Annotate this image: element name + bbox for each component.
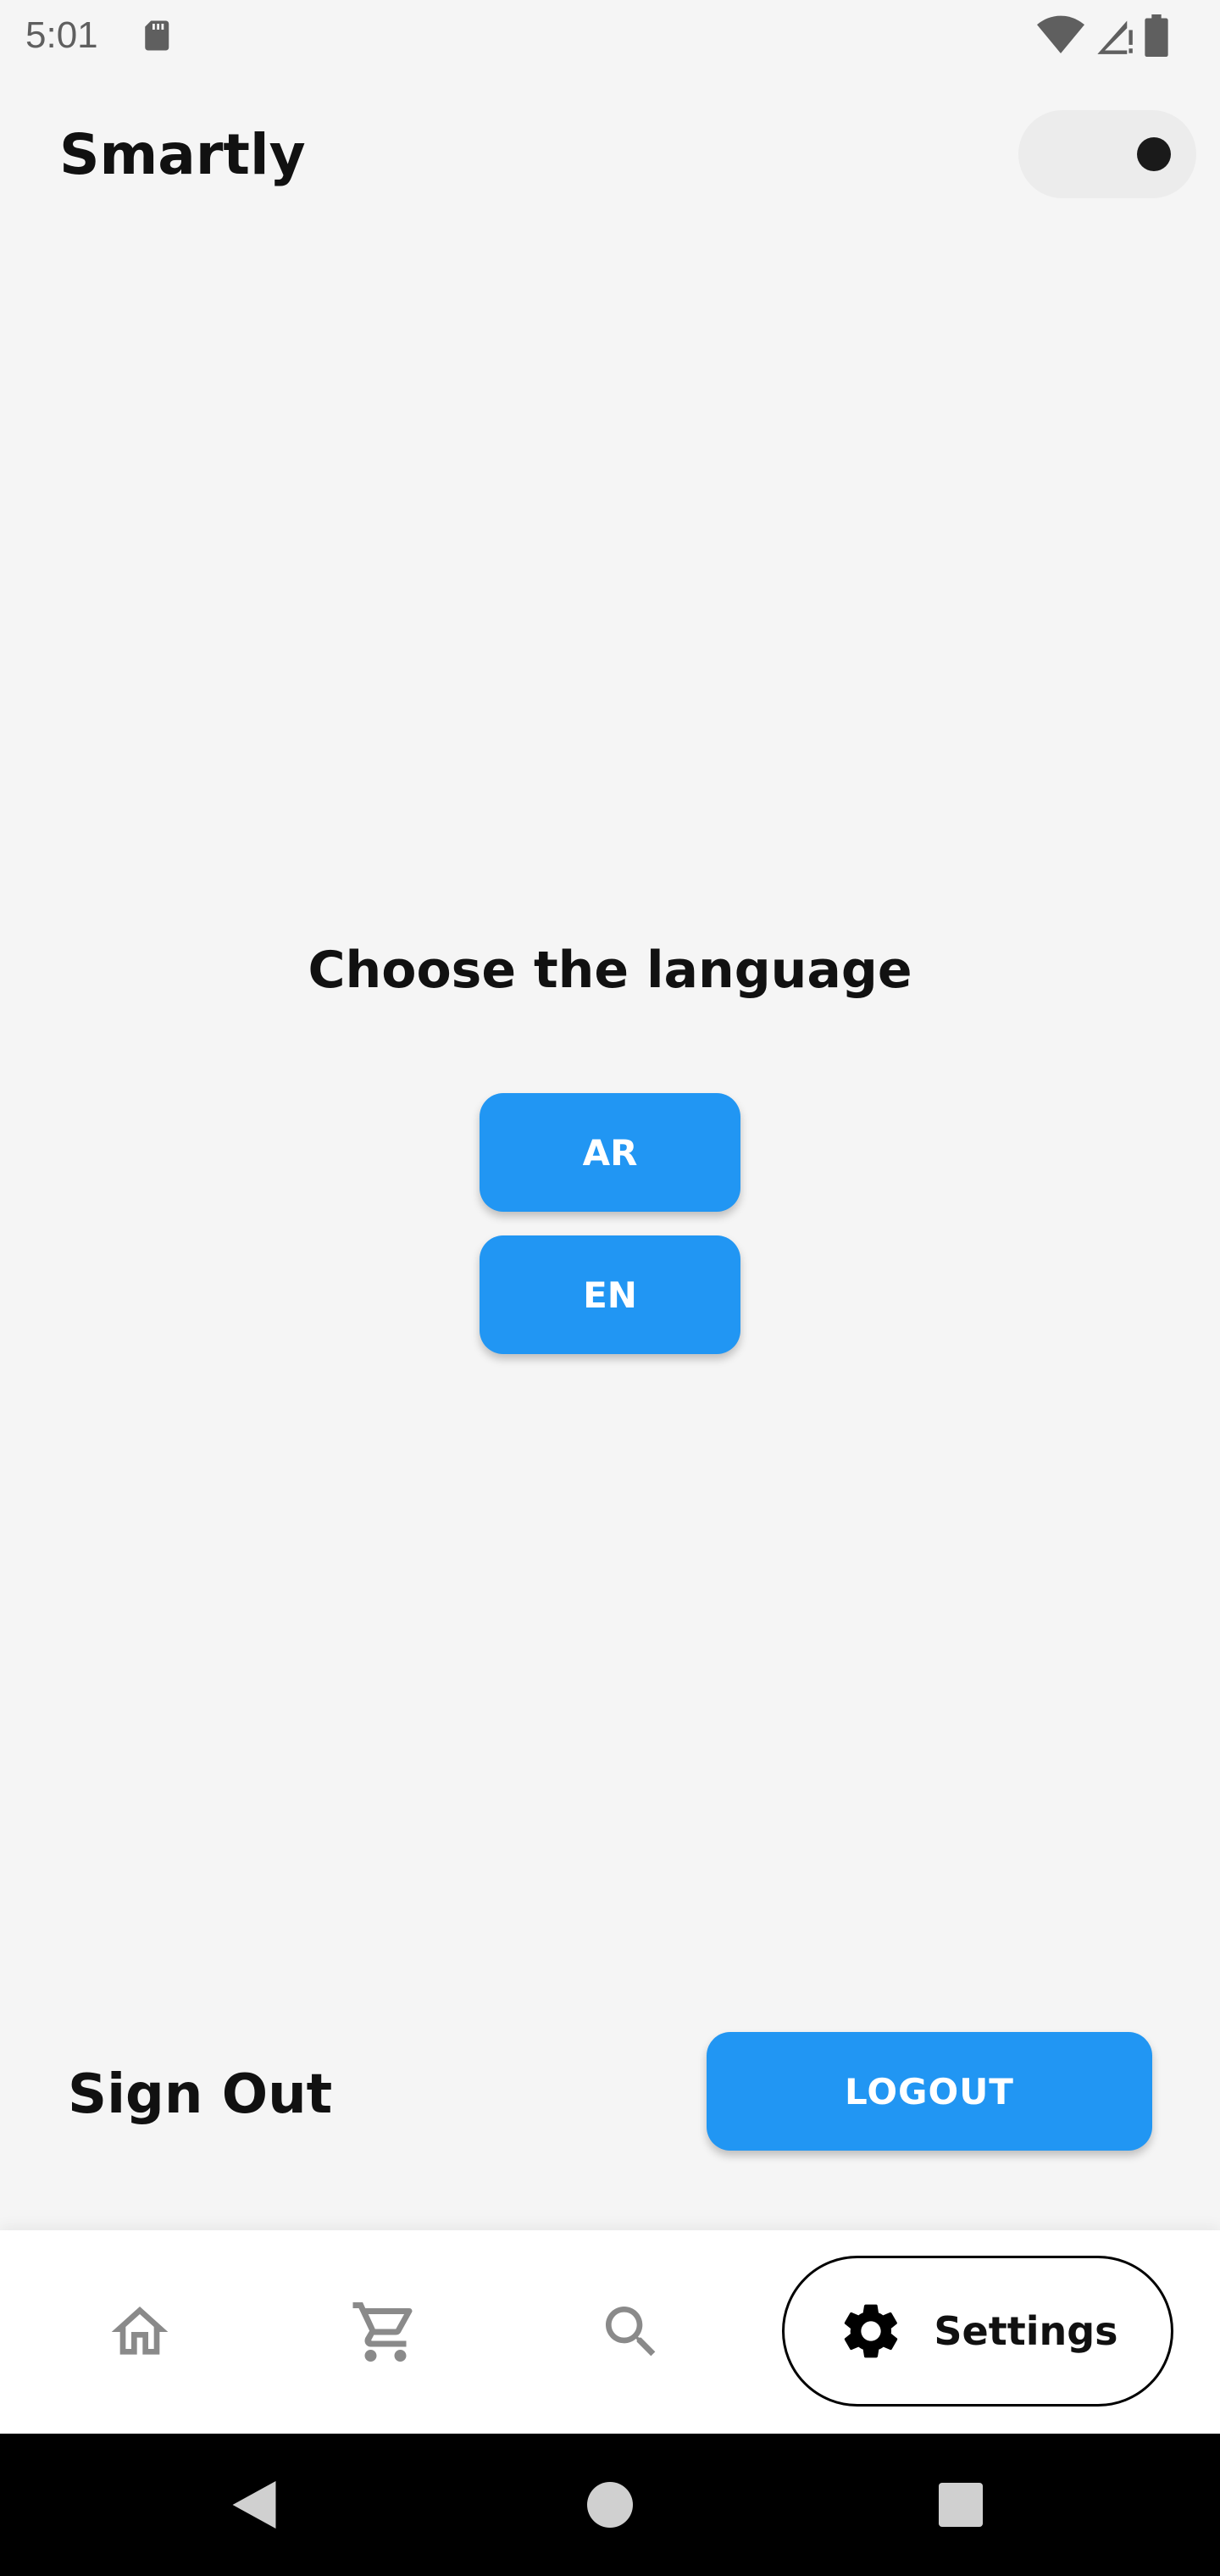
home-circle-icon: [587, 2482, 633, 2528]
theme-toggle-switch[interactable]: [1018, 110, 1196, 198]
nav-settings-label: Settings: [934, 2308, 1118, 2354]
system-recents-button[interactable]: [910, 2434, 1012, 2576]
signal-icon: [1097, 20, 1133, 54]
recents-square-icon: [939, 2483, 983, 2527]
wifi-icon: [1037, 15, 1084, 54]
nav-search[interactable]: [559, 2230, 703, 2434]
status-time: 5:01: [25, 14, 98, 56]
bottom-navigation: Settings: [0, 2230, 1220, 2434]
nav-home[interactable]: [68, 2230, 212, 2434]
nav-settings[interactable]: Settings: [782, 2256, 1173, 2407]
language-ar-button[interactable]: AR: [480, 1093, 740, 1212]
system-home-button[interactable]: [559, 2434, 661, 2576]
search-icon: [606, 2307, 656, 2357]
language-en-button[interactable]: EN: [480, 1235, 740, 1354]
app-title: Smartly: [59, 122, 306, 187]
status-bar: 5:01: [0, 0, 1220, 71]
logout-button[interactable]: LOGOUT: [707, 2032, 1152, 2151]
system-back-button[interactable]: [203, 2434, 305, 2576]
sign-out-label: Sign Out: [68, 2063, 333, 2126]
battery-icon: [1145, 14, 1168, 57]
back-triangle-icon: [232, 2481, 276, 2529]
toggle-knob: [1137, 137, 1171, 171]
language-title: Choose the language: [308, 941, 912, 1000]
system-navigation-bar: [0, 2434, 1220, 2576]
sd-card-icon: [145, 20, 169, 51]
nav-cart[interactable]: [313, 2230, 458, 2434]
gear-icon: [845, 2304, 898, 2358]
status-icons: [1037, 14, 1169, 58]
cart-icon: [352, 2302, 413, 2362]
home-icon: [111, 2307, 169, 2355]
